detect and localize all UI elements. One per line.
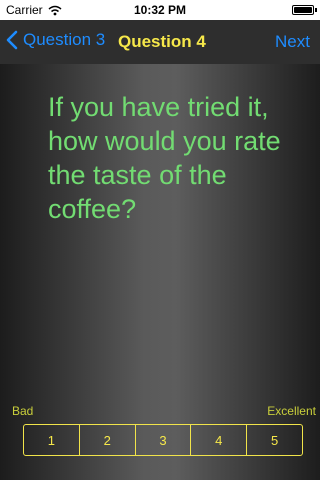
battery-icon (292, 5, 314, 15)
rating-option-4[interactable]: 4 (191, 425, 248, 455)
rating-option-1[interactable]: 1 (24, 425, 80, 455)
battery-cap (315, 8, 317, 12)
rating-option-3[interactable]: 3 (136, 425, 192, 455)
rating-option-2[interactable]: 2 (80, 425, 136, 455)
rating-option-5[interactable]: 5 (247, 425, 302, 455)
back-button-label: Question 3 (23, 30, 106, 49)
page-title: Question 4 (118, 32, 206, 51)
next-button[interactable]: Next (275, 32, 310, 52)
status-bar: Carrier 10:32 PM (0, 0, 320, 20)
rating-segmented-control: 1 2 3 4 5 (23, 424, 303, 456)
navigation-bar: Question 3 Question 4 Next (0, 20, 320, 64)
chevron-left-icon (6, 30, 18, 50)
rating-low-label: Bad (12, 404, 34, 418)
rating-high-label: Excellent (267, 404, 316, 418)
status-time: 10:32 PM (133, 3, 187, 17)
question-text: If you have tried it, how would you rate… (48, 92, 281, 224)
back-button[interactable]: Question 3 (6, 30, 105, 50)
battery-fill (294, 7, 312, 13)
